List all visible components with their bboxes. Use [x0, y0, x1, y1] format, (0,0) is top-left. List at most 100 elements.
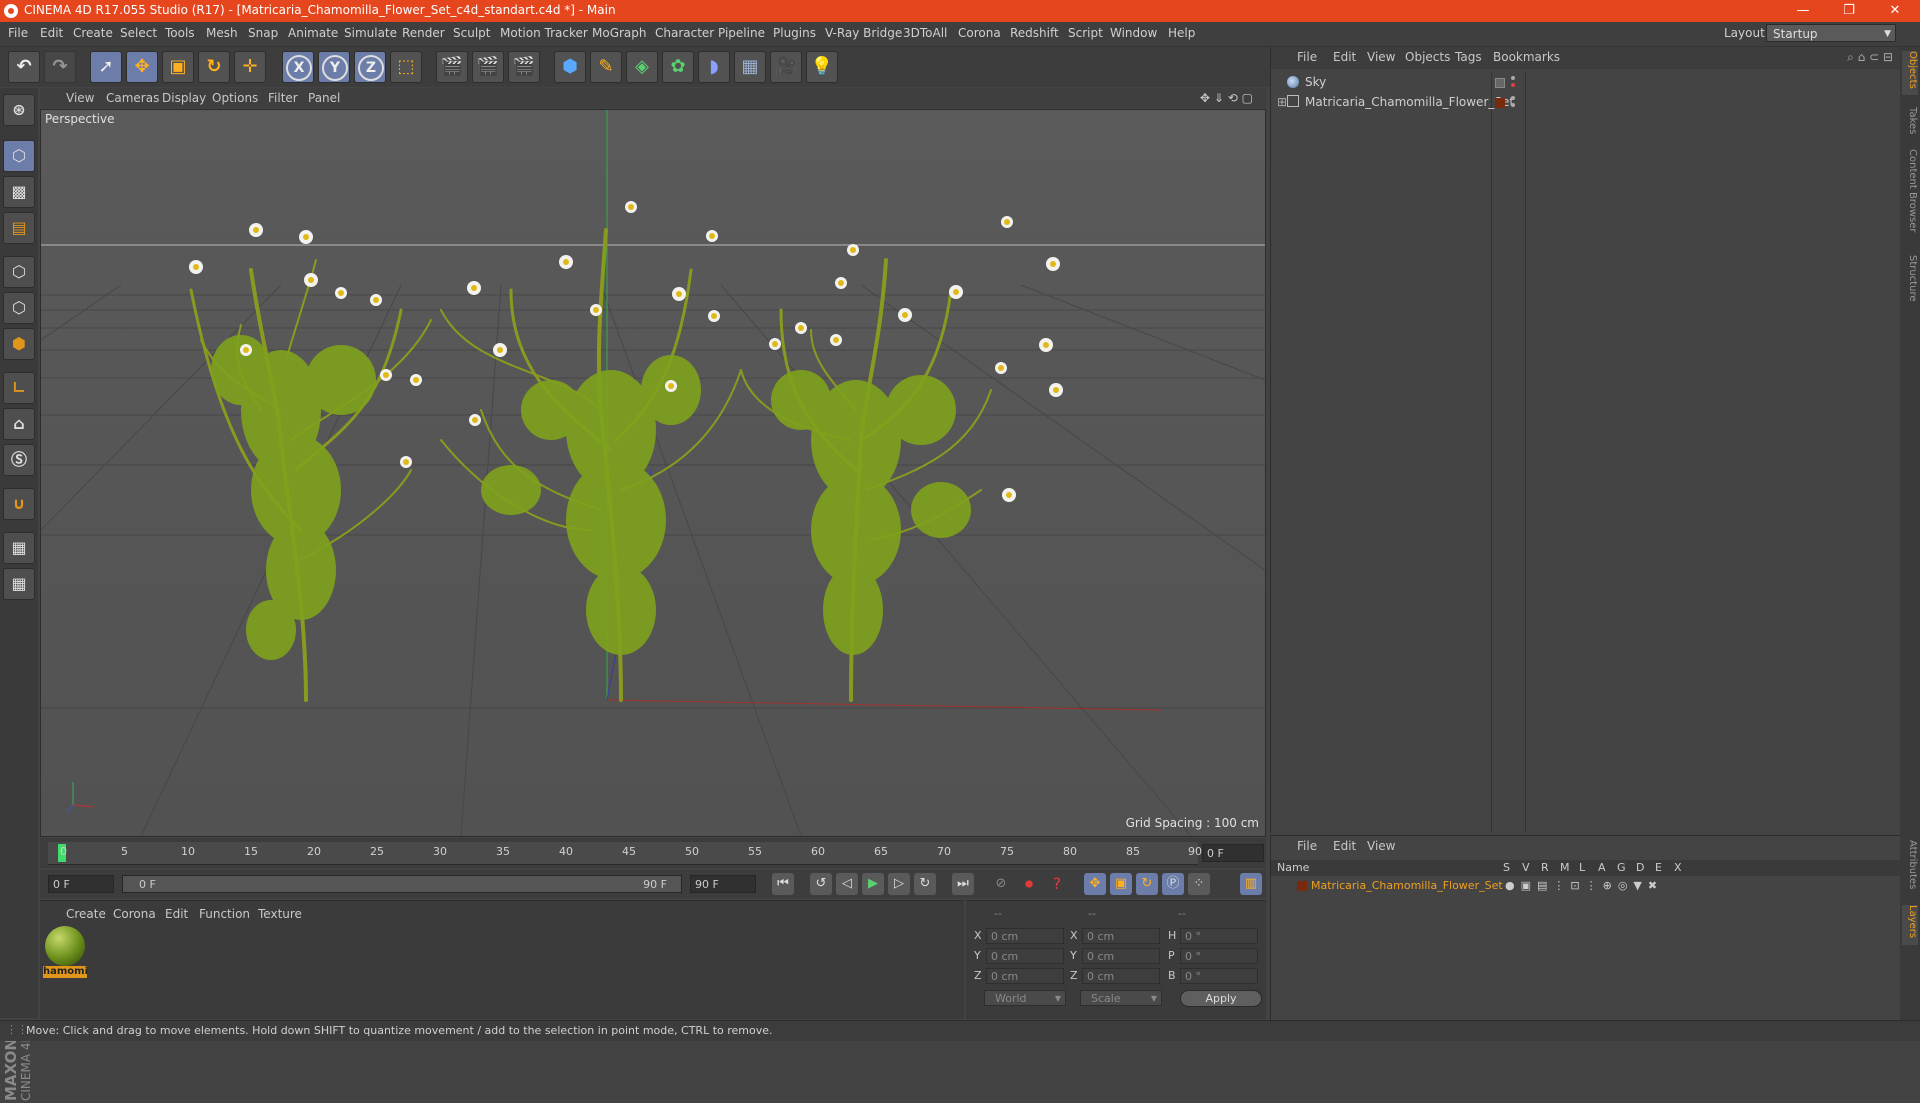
menu-create[interactable]: Create [73, 26, 113, 40]
menu-animate[interactable]: Animate [288, 26, 338, 40]
pos-y-field[interactable]: 0 cm [986, 948, 1064, 964]
om-menu-edit[interactable]: Edit [1333, 50, 1356, 64]
deformer-button[interactable]: ◗ [698, 51, 730, 83]
range-start-field[interactable]: 0 F [48, 875, 114, 893]
cube-object-button[interactable]: ⬢ [554, 51, 586, 83]
menu-select[interactable]: Select [120, 26, 157, 40]
next-frame-button[interactable]: ▷ [888, 873, 910, 895]
go-to-end-button[interactable]: ⏭ [952, 873, 974, 895]
menu-pipeline[interactable]: Pipeline [718, 26, 765, 40]
live-selection-button[interactable]: ➚ [90, 51, 122, 83]
render-view-button[interactable]: 🎬 [436, 51, 468, 83]
menu-plugins[interactable]: Plugins [773, 26, 816, 40]
timeline-ruler[interactable]: 0 5 10 15 20 25 30 35 40 45 50 55 60 65 … [48, 842, 1202, 865]
om-menu-bookmarks[interactable]: Bookmarks [1493, 50, 1560, 64]
redo-button[interactable]: ↷ [44, 51, 76, 83]
autokey-button[interactable]: ⏺ [1018, 873, 1040, 895]
menu-mograph[interactable]: MoGraph [592, 26, 647, 40]
subdivision-button[interactable]: ◈ [626, 51, 658, 83]
apply-button[interactable]: Apply [1180, 990, 1262, 1007]
render-settings-button[interactable]: 🎬 [508, 51, 540, 83]
om-menu-view[interactable]: View [1367, 50, 1395, 64]
pos-x-field[interactable]: 0 cm [986, 928, 1064, 944]
previous-key-button[interactable]: ↺ [810, 873, 832, 895]
menu-motion-tracker[interactable]: Motion Tracker [500, 26, 588, 40]
layer-row[interactable]: Matricaria_Chamomilla_Flower_Set ●▣▤⋮⊡⋮⊕… [1271, 878, 1901, 894]
material-menu-function[interactable]: Function [199, 907, 250, 921]
viewport-menu-filter[interactable]: Filter [268, 91, 298, 105]
menu-simulate[interactable]: Simulate [344, 26, 397, 40]
range-slider[interactable]: 0 F 90 F [122, 875, 682, 893]
coordinate-space-dropdown[interactable]: World ▼ [984, 990, 1066, 1006]
layer-color-swatch[interactable] [1495, 98, 1505, 108]
menu-snap[interactable]: Snap [248, 26, 278, 40]
rot-h-field[interactable]: 0 ° [1180, 928, 1258, 944]
snap-button[interactable]: Ⓢ [3, 444, 35, 476]
menu-character[interactable]: Character [655, 26, 714, 40]
move-tool-button[interactable]: ✥ [126, 51, 158, 83]
expand-plus-icon[interactable]: ⊞ [1277, 95, 1287, 109]
polygons-mode-button[interactable]: ⬢ [3, 328, 35, 360]
record-keys-button[interactable]: ⊘ [990, 873, 1012, 895]
mograph-cloner-button[interactable]: ✿ [662, 51, 694, 83]
tab-objects[interactable]: Objects [1902, 51, 1918, 95]
om-toolbar-icons[interactable]: ⌕ ⌂ ⊂ ⊟ [1847, 50, 1893, 65]
tab-layers[interactable]: Layers [1902, 905, 1918, 945]
lm-menu-file[interactable]: File [1297, 839, 1317, 853]
size-z-field[interactable]: 0 cm [1082, 968, 1160, 984]
play-button[interactable]: ▶ [862, 873, 884, 895]
menu-edit[interactable]: Edit [40, 26, 63, 40]
menu-script[interactable]: Script [1068, 26, 1103, 40]
render-visibility-dot[interactable] [1511, 83, 1515, 87]
sky-tag-icon[interactable] [1495, 78, 1505, 88]
menu-sculpt[interactable]: Sculpt [453, 26, 490, 40]
go-to-start-button[interactable]: ⏮ [772, 873, 794, 895]
key-scale-button[interactable]: ▣ [1110, 873, 1132, 895]
timeline-window-button[interactable]: ▥ [1240, 873, 1262, 895]
object-row-sky[interactable]: Sky [1277, 75, 1326, 93]
lm-menu-view[interactable]: View [1367, 839, 1395, 853]
tab-attributes[interactable]: Attributes [1902, 840, 1918, 900]
previous-frame-button[interactable]: ◁ [836, 873, 858, 895]
viewport-menu-cameras[interactable]: Cameras [106, 91, 159, 105]
scale-tool-button[interactable]: ▣ [162, 51, 194, 83]
model-mode-button[interactable]: ⬡ [3, 140, 35, 172]
key-point-level-button[interactable]: ⁘ [1188, 873, 1210, 895]
camera-button[interactable]: 🎥 [770, 51, 802, 83]
key-rotation-button[interactable]: ↻ [1136, 873, 1158, 895]
menu-file[interactable]: File [8, 26, 28, 40]
z-axis-button[interactable]: Z [354, 51, 386, 83]
viewport-nav-icons[interactable]: ✥ ⇓ ⟲ ▢ [1200, 91, 1253, 105]
menu-redshift[interactable]: Redshift [1010, 26, 1059, 40]
layer-toggle-icons[interactable]: ●▣▤⋮⊡⋮⊕◎▼✖ [1505, 879, 1663, 892]
y-axis-button[interactable]: Y [318, 51, 350, 83]
menu-vray-bridge[interactable]: V-Ray Bridge [825, 26, 902, 40]
light-button[interactable]: 💡 [806, 51, 838, 83]
editor-visibility-dot[interactable] [1511, 96, 1515, 100]
tab-content-browser[interactable]: Content Browser [1902, 149, 1918, 249]
material-menu-edit[interactable]: Edit [165, 907, 188, 921]
coordinate-mode-dropdown[interactable]: Scale ▼ [1080, 990, 1162, 1006]
om-menu-file[interactable]: File [1297, 50, 1317, 64]
tweak-mode-button[interactable]: ⌂ [3, 408, 35, 440]
x-axis-button[interactable]: X [282, 51, 314, 83]
render-picture-viewer-button[interactable]: 🎬 [472, 51, 504, 83]
make-editable-button[interactable]: ⊛ [3, 94, 35, 126]
edges-mode-button[interactable]: ⬡ [3, 292, 35, 324]
perspective-viewport[interactable]: Perspective Grid Spacing : 100 cm [40, 109, 1266, 837]
undo-button[interactable]: ↶ [8, 51, 40, 83]
rotate-tool-button[interactable]: ↻ [198, 51, 230, 83]
tab-takes[interactable]: Takes [1902, 107, 1918, 143]
lm-menu-edit[interactable]: Edit [1333, 839, 1356, 853]
current-frame-field[interactable]: 0 F [1202, 844, 1264, 862]
restore-button[interactable]: ❐ [1826, 0, 1872, 22]
coordinate-system-button[interactable]: ⬚ [390, 51, 422, 83]
editor-visibility-dot[interactable] [1511, 76, 1515, 80]
key-position-button[interactable]: ✥ [1084, 873, 1106, 895]
material-menu-corona[interactable]: Corona [113, 907, 156, 921]
menu-corona[interactable]: Corona [958, 26, 1001, 40]
material-swatch[interactable]: hamomi [43, 926, 87, 978]
menu-mesh[interactable]: Mesh [206, 26, 238, 40]
menu-tools[interactable]: Tools [165, 26, 195, 40]
next-key-button[interactable]: ↻ [914, 873, 936, 895]
